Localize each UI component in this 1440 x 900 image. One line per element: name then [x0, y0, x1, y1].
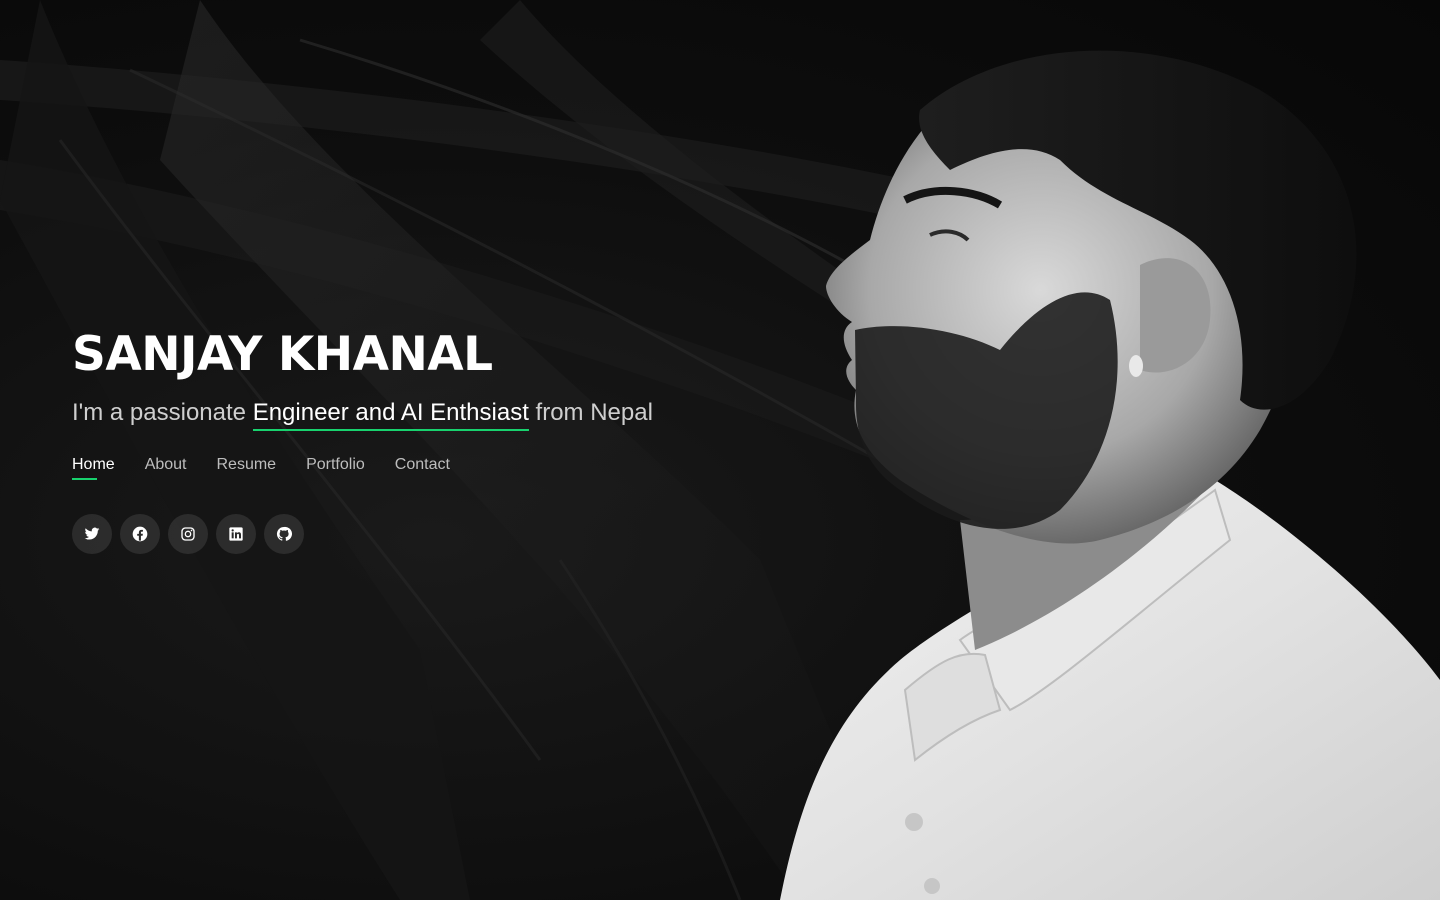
hero-section: SANJAY KHANAL I'm a passionate Engineer … — [0, 0, 1440, 900]
instagram-link[interactable] — [168, 514, 208, 554]
tagline-typed-text: Engineer and AI Enthsiast — [252, 399, 529, 431]
main-nav: Home About Resume Portfolio Contact — [72, 456, 792, 480]
nav-item-portfolio[interactable]: Portfolio — [306, 456, 365, 480]
nav-item-contact[interactable]: Contact — [395, 456, 450, 480]
hero-name: SANJAY KHANAL — [72, 327, 493, 382]
social-links — [72, 514, 792, 554]
nav-item-resume[interactable]: Resume — [217, 456, 277, 480]
nav-item-home[interactable]: Home — [72, 456, 115, 480]
tagline-suffix: from Nepal — [528, 399, 653, 426]
facebook-icon — [132, 526, 148, 542]
hero-tagline: I'm a passionate Engineer and AI Enthsia… — [72, 398, 792, 431]
linkedin-link[interactable] — [216, 514, 256, 554]
twitter-icon — [84, 527, 100, 540]
tagline-prefix: I'm a passionate — [72, 399, 253, 426]
nav-item-about[interactable]: About — [145, 456, 187, 480]
facebook-link[interactable] — [120, 514, 160, 554]
github-link[interactable] — [264, 514, 304, 554]
hero-content: SANJAY KHANAL I'm a passionate Engineer … — [72, 326, 792, 554]
linkedin-icon — [229, 527, 243, 541]
instagram-icon — [181, 527, 195, 541]
github-icon — [276, 526, 292, 541]
twitter-link[interactable] — [72, 514, 112, 554]
